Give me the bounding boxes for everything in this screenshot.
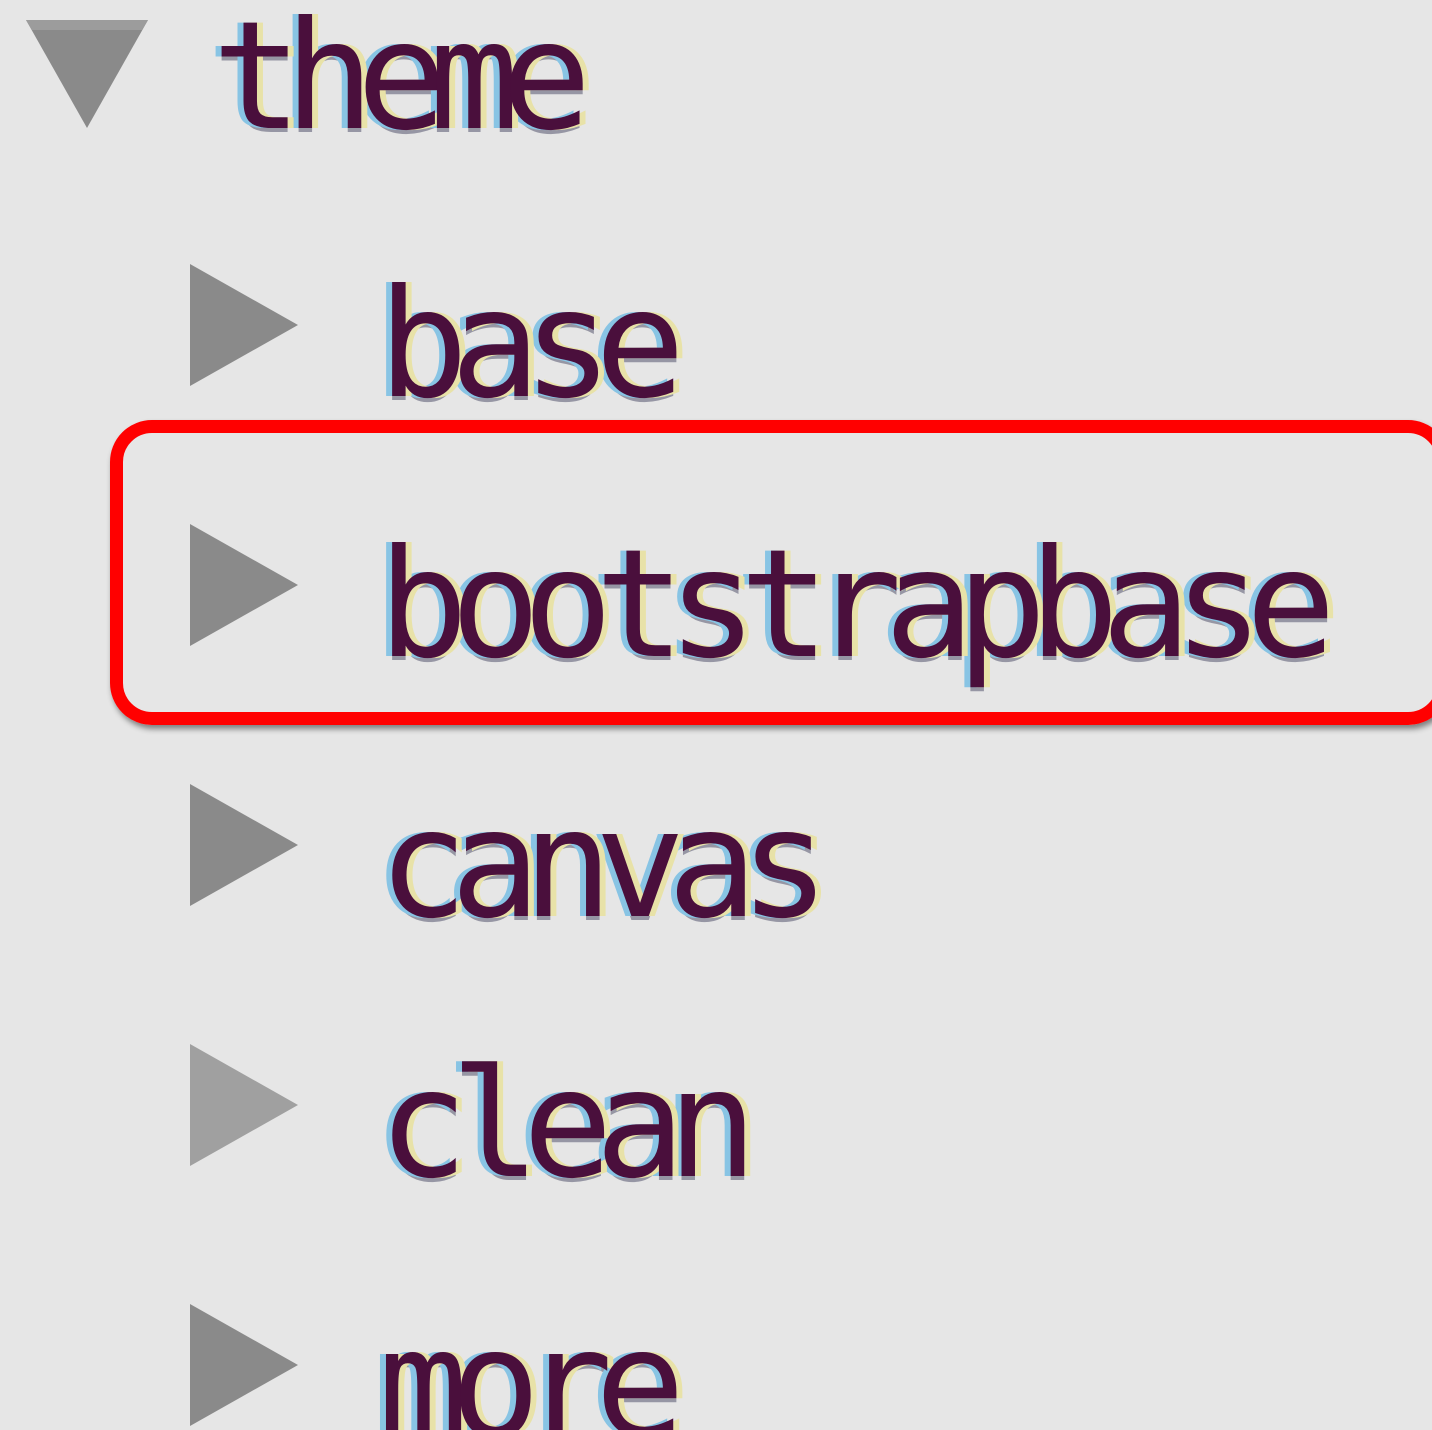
triangle-right-icon[interactable] — [188, 1042, 300, 1168]
triangle-down-icon[interactable] — [22, 16, 152, 136]
tree-node-label: bootstrapbase — [378, 518, 1336, 692]
folder-tree: theme base bootstrapbase canvas clean mo… — [0, 0, 1432, 1430]
tree-node-more[interactable]: more — [0, 1302, 800, 1430]
tree-node-canvas[interactable]: canvas — [0, 782, 900, 940]
tree-node-label: canvas — [378, 778, 830, 952]
tree-node-label: more — [378, 1298, 685, 1430]
triangle-right-icon[interactable] — [188, 522, 300, 648]
tree-node-label: clean — [378, 1038, 758, 1212]
tree-node-label: theme — [212, 0, 592, 164]
tree-node-base[interactable]: base — [0, 262, 800, 420]
tree-node-clean[interactable]: clean — [0, 1042, 800, 1200]
triangle-right-icon[interactable] — [188, 1302, 300, 1428]
triangle-right-icon[interactable] — [188, 262, 300, 388]
tree-node-bootstrapbase[interactable]: bootstrapbase — [0, 522, 1432, 680]
triangle-right-icon[interactable] — [188, 782, 300, 908]
tree-node-label: base — [378, 258, 685, 432]
tree-node-theme[interactable]: theme — [0, 2, 700, 152]
